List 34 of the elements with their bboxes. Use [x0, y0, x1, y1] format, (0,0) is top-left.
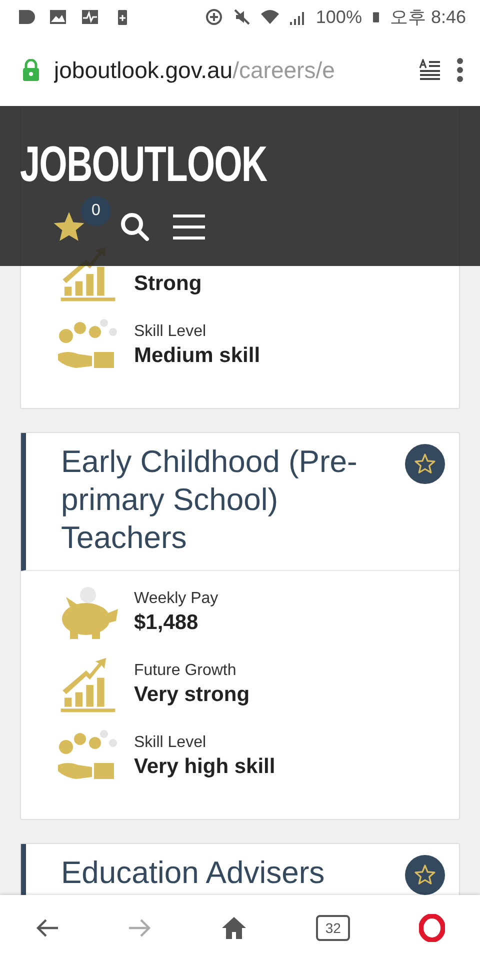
menu-dots-icon[interactable]	[456, 58, 464, 82]
career-title[interactable]: Early Childhood (Pre-primary School) Teachers	[61, 443, 395, 557]
pulse-icon	[80, 7, 100, 27]
app-icon	[16, 7, 36, 27]
browser-menu-button[interactable]	[419, 914, 446, 942]
stat-value: Very strong	[134, 682, 250, 708]
stat-value: $1,488	[134, 610, 200, 636]
menu-button[interactable]	[172, 214, 206, 240]
clock: 오후 8:46	[390, 6, 466, 29]
stat-label: Skill Level	[134, 322, 208, 342]
stat-label: Weekly Pay	[134, 589, 218, 609]
home-button[interactable]	[220, 916, 247, 940]
shortlist-button[interactable]	[405, 855, 445, 895]
stat-label: Future Growth	[134, 661, 238, 681]
reader-mode-icon[interactable]	[418, 59, 442, 81]
shortlist-button[interactable]	[52, 210, 86, 244]
logo[interactable]: JOBOUTLOOK	[20, 138, 267, 190]
menu-icon	[172, 214, 206, 240]
shortlist-count-badge: 0	[81, 196, 111, 226]
shortlist-button[interactable]	[405, 444, 445, 484]
mute-icon	[232, 7, 252, 27]
tabs-button[interactable]: 32	[316, 914, 350, 940]
sync-icon	[204, 7, 224, 27]
search-button[interactable]	[120, 212, 150, 242]
back-button[interactable]	[34, 918, 59, 938]
stat-value: Strong	[134, 271, 202, 297]
image-icon	[48, 7, 68, 27]
lock-icon	[22, 59, 40, 81]
search-icon	[120, 212, 150, 242]
career-title[interactable]: Education Advisers	[61, 854, 395, 892]
battery-percent: 100%	[316, 6, 362, 28]
stat-label: Skill Level	[134, 733, 208, 753]
stat-value: Very high skill	[134, 754, 276, 780]
stat-value: Medium skill	[134, 343, 260, 369]
